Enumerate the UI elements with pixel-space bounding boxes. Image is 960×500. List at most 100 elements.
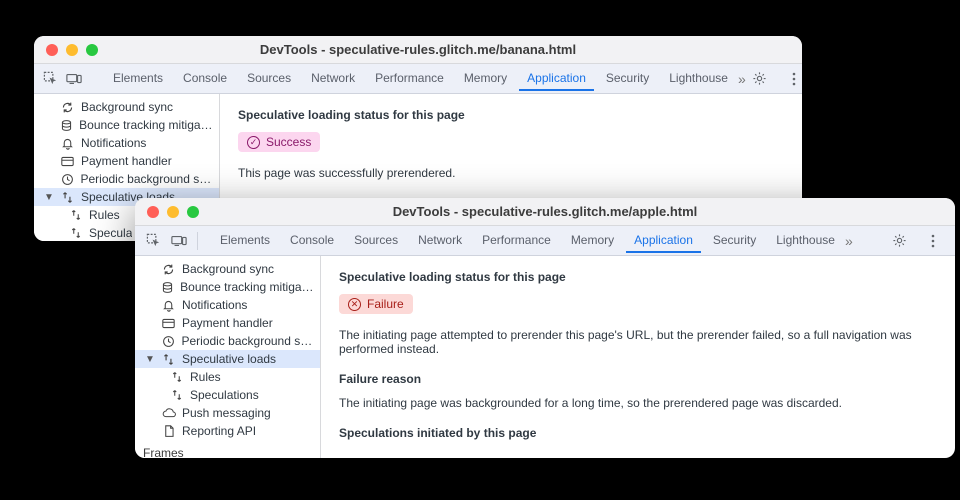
sidebar-item-label: Periodic background sync xyxy=(80,172,215,186)
document-icon xyxy=(161,425,176,438)
arrows-icon xyxy=(60,191,75,204)
caret-down-icon: ▼ xyxy=(145,354,155,365)
sidebar-item-rules[interactable]: Rules xyxy=(135,368,320,386)
sidebar-item-label: Push messaging xyxy=(182,406,271,420)
database-icon xyxy=(59,119,73,132)
device-icon[interactable] xyxy=(170,232,188,250)
sidebar-item-label: Payment handler xyxy=(81,154,172,168)
sidebar-item-payment-handler[interactable]: Payment handler xyxy=(135,314,320,332)
speculations-heading: Speculations initiated by this page xyxy=(339,426,937,440)
status-badge-label: Failure xyxy=(367,297,404,311)
status-heading: Speculative loading status for this page xyxy=(238,108,784,122)
sync-icon xyxy=(60,101,75,114)
sidebar-item-label: Reporting API xyxy=(182,424,256,438)
clock-icon xyxy=(161,335,176,348)
x-circle-icon: ✕ xyxy=(348,298,361,311)
zoom-icon[interactable] xyxy=(187,206,199,218)
tab-network[interactable]: Network xyxy=(303,66,363,91)
tab-memory[interactable]: Memory xyxy=(456,66,515,91)
minimize-icon[interactable] xyxy=(167,206,179,218)
titlebar: DevTools - speculative-rules.glitch.me/a… xyxy=(135,198,955,226)
more-tabs-icon[interactable]: » xyxy=(845,233,853,249)
gear-icon[interactable] xyxy=(890,232,908,250)
sidebar-item-background-sync[interactable]: Background sync xyxy=(135,260,320,278)
sidebar-item-speculations[interactable]: Speculations xyxy=(135,386,320,404)
close-icon[interactable] xyxy=(46,44,58,56)
sidebar-item-label: Periodic background sync xyxy=(181,334,316,348)
cloud-icon xyxy=(161,408,176,419)
clock-icon xyxy=(60,173,75,186)
tab-elements[interactable]: Elements xyxy=(212,228,278,253)
sidebar-item-bounce-tracking[interactable]: Bounce tracking mitigations xyxy=(34,116,219,134)
status-description: This page was successfully prerendered. xyxy=(238,166,784,180)
sidebar-item-notifications[interactable]: Notifications xyxy=(34,134,219,152)
arrows-icon xyxy=(169,371,184,383)
tab-application[interactable]: Application xyxy=(626,228,701,253)
tab-performance[interactable]: Performance xyxy=(367,66,452,91)
status-badge-label: Success xyxy=(266,135,311,149)
tab-security[interactable]: Security xyxy=(705,228,764,253)
sidebar-heading-frames: Frames xyxy=(135,440,320,458)
tab-lighthouse[interactable]: Lighthouse xyxy=(768,228,843,253)
device-icon[interactable] xyxy=(66,70,82,88)
tab-sources[interactable]: Sources xyxy=(346,228,406,253)
sidebar-item-payment-handler[interactable]: Payment handler xyxy=(34,152,219,170)
status-badge: ✓ Success xyxy=(238,132,320,152)
sidebar-item-bounce-tracking[interactable]: Bounce tracking mitigations xyxy=(135,278,320,296)
tab-network[interactable]: Network xyxy=(410,228,470,253)
window-controls xyxy=(147,206,199,218)
status-description: The initiating page attempted to prerend… xyxy=(339,328,937,356)
more-tabs-icon[interactable]: » xyxy=(738,71,746,87)
sidebar-item-label: Background sync xyxy=(81,100,173,114)
tab-performance[interactable]: Performance xyxy=(474,228,559,253)
kebab-icon[interactable] xyxy=(785,70,802,88)
tab-application[interactable]: Application xyxy=(519,66,594,91)
card-icon xyxy=(161,318,176,329)
sidebar-item-periodic-sync[interactable]: Periodic background sync xyxy=(34,170,219,188)
tabstrip: Elements Console Sources Network Perform… xyxy=(135,226,955,256)
sidebar-item-push-messaging[interactable]: Push messaging xyxy=(135,404,320,422)
titlebar: DevTools - speculative-rules.glitch.me/b… xyxy=(34,36,802,64)
sidebar-item-notifications[interactable]: Notifications xyxy=(135,296,320,314)
tab-elements[interactable]: Elements xyxy=(105,66,171,91)
arrows-icon xyxy=(169,389,184,401)
tabstrip: Elements Console Sources Network Perform… xyxy=(34,64,802,94)
inspect-icon[interactable] xyxy=(144,232,162,250)
tab-sources[interactable]: Sources xyxy=(239,66,299,91)
sidebar-item-label: Specula xyxy=(89,226,132,240)
kebab-icon[interactable] xyxy=(924,232,942,250)
sidebar-item-label: Notifications xyxy=(81,136,146,150)
status-badge: ✕ Failure xyxy=(339,294,413,314)
inspect-icon[interactable] xyxy=(43,70,58,88)
window-title: DevTools - speculative-rules.glitch.me/a… xyxy=(135,204,955,219)
sidebar-item-periodic-sync[interactable]: Periodic background sync xyxy=(135,332,320,350)
sidebar-item-label: Notifications xyxy=(182,298,247,312)
database-icon xyxy=(160,281,174,294)
zoom-icon[interactable] xyxy=(86,44,98,56)
bell-icon xyxy=(60,137,75,150)
tab-console[interactable]: Console xyxy=(282,228,342,253)
sidebar-item-label: Bounce tracking mitigations xyxy=(79,118,215,132)
sync-icon xyxy=(161,263,176,276)
failure-reason-text: The initiating page was backgrounded for… xyxy=(339,396,937,410)
arrows-icon xyxy=(161,353,176,366)
minimize-icon[interactable] xyxy=(66,44,78,56)
tab-security[interactable]: Security xyxy=(598,66,657,91)
status-heading: Speculative loading status for this page xyxy=(339,270,937,284)
sidebar-item-background-sync[interactable]: Background sync xyxy=(34,98,219,116)
card-icon xyxy=(60,156,75,167)
window-title: DevTools - speculative-rules.glitch.me/b… xyxy=(34,42,802,57)
check-circle-icon: ✓ xyxy=(247,136,260,149)
sidebar-item-label: Bounce tracking mitigations xyxy=(180,280,316,294)
sidebar-item-reporting-api[interactable]: Reporting API xyxy=(135,422,320,440)
gear-icon[interactable] xyxy=(751,70,769,88)
tab-console[interactable]: Console xyxy=(175,66,235,91)
close-icon[interactable] xyxy=(147,206,159,218)
devtools-window-front: DevTools - speculative-rules.glitch.me/a… xyxy=(135,198,955,458)
sidebar-item-label: Rules xyxy=(190,370,221,384)
tab-lighthouse[interactable]: Lighthouse xyxy=(661,66,736,91)
content-pane: Speculative loading status for this page… xyxy=(321,256,955,458)
tabs: Elements Console Sources Network Perform… xyxy=(105,66,736,91)
sidebar-item-speculative-loads[interactable]: ▼Speculative loads xyxy=(135,350,320,368)
tab-memory[interactable]: Memory xyxy=(563,228,622,253)
